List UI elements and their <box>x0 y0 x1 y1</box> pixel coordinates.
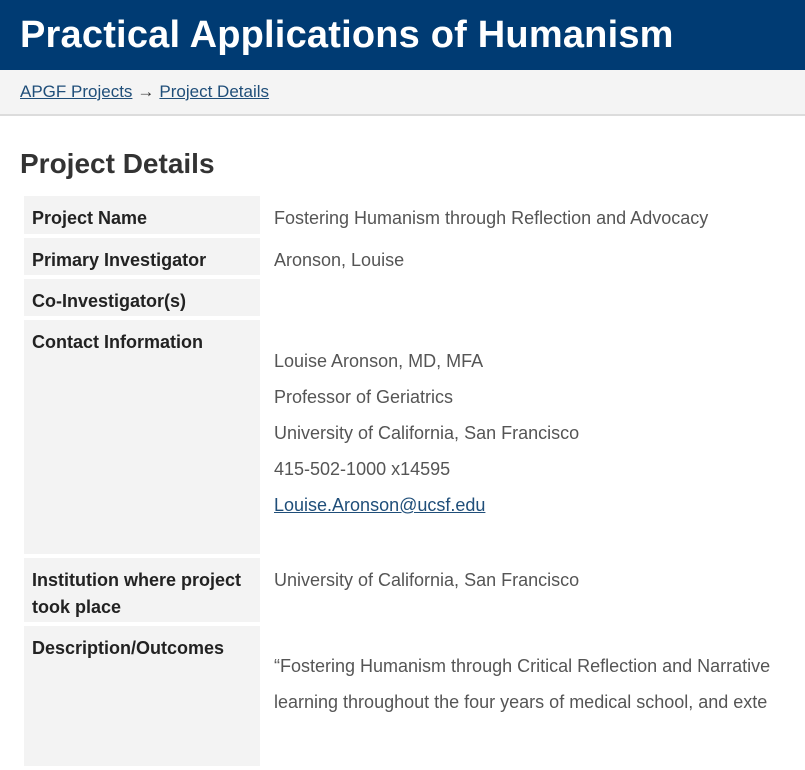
table-row: Project Name Fostering Humanism through … <box>24 196 805 234</box>
row-value-primary-investigator: Aronson, Louise <box>274 250 405 270</box>
page-title: Project Details <box>20 148 215 179</box>
description-line: “Fostering Humanism through Critical Ref… <box>274 656 771 676</box>
breadcrumb-separator: → <box>137 82 155 101</box>
contact-block: Louise Aronson, MD, MFA Professor of Ger… <box>274 329 805 523</box>
table-row: Contact Information Louise Aronson, MD, … <box>24 320 805 554</box>
row-value-description: “Fostering Humanism through Critical Ref… <box>264 626 805 766</box>
description-line: learning throughout the four years of me… <box>274 692 768 712</box>
row-label-description: Description/Outcomes <box>24 626 260 766</box>
site-title: Practical Applications of Humanism <box>20 13 674 56</box>
description-block: “Fostering Humanism through Critical Ref… <box>274 635 805 720</box>
row-label-co-investigators: Co-Investigator(s) <box>24 279 260 316</box>
row-label-primary-investigator: Primary Investigator <box>24 238 260 275</box>
row-value-project-name: Fostering Humanism through Reflection an… <box>274 208 709 228</box>
table-row: Co-Investigator(s) <box>24 279 805 316</box>
table-row: Institution where project took place Uni… <box>24 558 805 622</box>
breadcrumb-link-project-details[interactable]: Project Details <box>159 82 269 102</box>
page-banner: Practical Applications of Humanism <box>0 0 805 70</box>
contact-phone: 415-502-1000 x14595 <box>274 459 451 479</box>
row-value-co-investigators <box>264 279 805 316</box>
row-label-contact-information: Contact Information <box>24 320 260 554</box>
row-value-contact-information: Louise Aronson, MD, MFA Professor of Ger… <box>264 320 805 554</box>
row-value-institution: University of California, San Francisco <box>274 570 580 590</box>
table-row: Primary Investigator Aronson, Louise <box>24 238 805 275</box>
project-details-table: Project Name Fostering Humanism through … <box>20 192 805 770</box>
contact-title: Professor of Geriatrics <box>274 387 454 407</box>
contact-name: Louise Aronson, MD, MFA <box>274 351 484 371</box>
breadcrumb-link-apgf-projects[interactable]: APGF Projects <box>20 82 132 102</box>
row-label-project-name: Project Name <box>24 196 260 234</box>
contact-email-link[interactable]: Louise.Aronson@ucsf.edu <box>274 495 485 515</box>
breadcrumb: APGF Projects → Project Details <box>0 70 805 116</box>
contact-institution: University of California, San Francisco <box>274 423 580 443</box>
table-row: Description/Outcomes “Fostering Humanism… <box>24 626 805 766</box>
row-label-institution: Institution where project took place <box>24 558 260 622</box>
